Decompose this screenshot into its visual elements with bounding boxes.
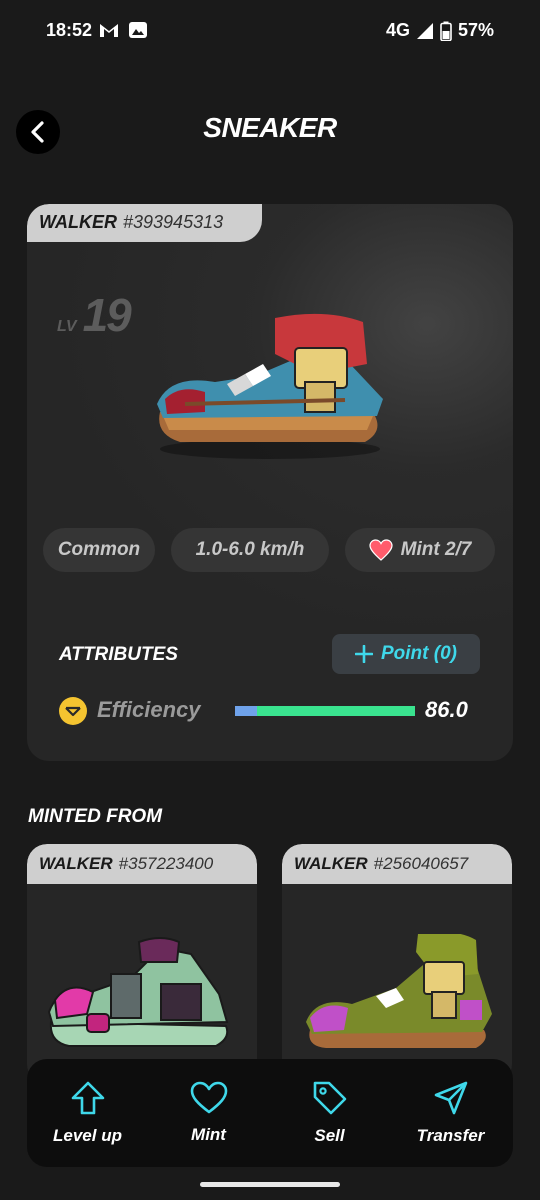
level-up-button[interactable]: Level up	[27, 1059, 148, 1167]
sell-label: Sell	[314, 1126, 345, 1145]
home-indicator[interactable]	[200, 1182, 340, 1187]
speed-badge: 1.0-6.0 km/h	[171, 528, 329, 572]
efficiency-bar	[235, 706, 415, 716]
minted-from-title: MINTED FROM	[28, 806, 163, 827]
transfer-button[interactable]: Transfer	[390, 1059, 511, 1167]
transfer-label: Transfer	[416, 1126, 485, 1145]
sneaker-image	[306, 934, 492, 1048]
efficiency-label: Efficiency	[97, 697, 201, 722]
signal-icon	[416, 22, 433, 39]
gmail-icon	[100, 24, 118, 37]
sneaker-image	[47, 937, 229, 1047]
sell-button[interactable]: Sell	[269, 1059, 390, 1167]
level-label: LV	[57, 318, 77, 335]
battery-label: 57%	[457, 20, 494, 40]
attributes-title: ATTRIBUTES	[59, 644, 178, 665]
sneaker-id: #393945313	[123, 212, 224, 232]
send-icon	[434, 1081, 467, 1115]
efficiency-bar-base	[235, 706, 257, 716]
sneaker-card: WALKER #393945313 LV 19 Common 1.0-6.0 km…	[27, 204, 513, 761]
efficiency-bar-fill	[257, 706, 415, 716]
level-display: LV 19	[57, 288, 132, 342]
point-button-label: Point (0)	[381, 643, 457, 664]
mint-badge: Mint 2/7	[345, 528, 495, 572]
level-up-label: Level up	[53, 1126, 122, 1145]
minted-type: WALKER	[294, 854, 368, 873]
efficiency-coin-icon	[59, 697, 87, 725]
rarity-label: Common	[57, 539, 141, 560]
efficiency-value: 86.0	[425, 697, 468, 722]
page-title: SNEAKER	[203, 112, 337, 143]
minted-type: WALKER	[39, 854, 113, 873]
mint-button[interactable]: Mint	[148, 1059, 269, 1167]
sneaker-image	[157, 313, 383, 459]
speed-label: 1.0-6.0 km/h	[195, 539, 305, 560]
battery-icon	[440, 21, 452, 41]
mint-label: Mint	[191, 1125, 226, 1144]
mint-label: Mint 2/7	[400, 539, 472, 560]
rarity-badge: Common	[43, 528, 155, 572]
arrow-up-icon	[71, 1081, 104, 1115]
minted-from-card[interactable]: WALKER #256040657	[282, 844, 512, 1084]
sneaker-tag: WALKER #393945313	[27, 204, 262, 242]
tag-icon	[313, 1081, 346, 1115]
heart-outline-icon	[190, 1081, 227, 1114]
minted-id: #357223400	[118, 854, 214, 873]
status-time: 18:52	[46, 20, 93, 40]
minted-from-tag: WALKER #256040657	[282, 844, 512, 884]
heart-icon	[369, 539, 393, 561]
status-right: 4G 57%	[386, 20, 494, 41]
bottom-action-bar: Level up Mint Sell Transfer	[27, 1059, 513, 1167]
minted-from-tag: WALKER #357223400	[27, 844, 257, 884]
sneaker-type: WALKER	[39, 212, 117, 232]
add-point-button[interactable]: Point (0)	[332, 634, 480, 674]
network-label: 4G	[385, 20, 410, 40]
minted-id: #256040657	[373, 854, 469, 873]
minted-from-card[interactable]: WALKER #357223400	[27, 844, 257, 1084]
photos-icon	[129, 22, 147, 38]
status-bar: 18:52 4G 57%	[0, 0, 540, 62]
plus-icon	[355, 645, 373, 663]
level-value: 19	[82, 289, 132, 341]
